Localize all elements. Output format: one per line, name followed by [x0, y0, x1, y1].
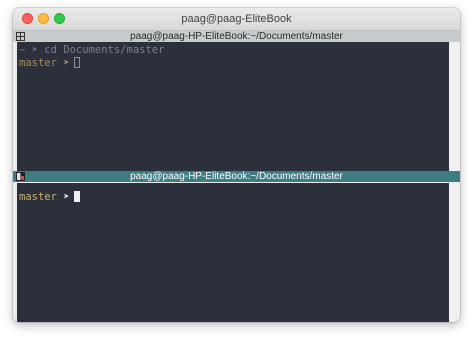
bottom-prompt-line: master ➤ [19, 191, 80, 204]
bottom-pane-title: paag@paag-HP-EliteBook:~/Documents/maste… [130, 171, 343, 182]
history-command: cd Documents/master [44, 44, 165, 56]
prompt-directory: master [19, 191, 57, 203]
prompt-arrow-icon: ➤ [31, 44, 38, 56]
active-cursor [73, 191, 80, 202]
prompt-directory: master [19, 57, 57, 69]
terminal-window: paag@paag-EliteBook paag@paag-HP-EliteBo… [13, 8, 460, 322]
bottom-pane-scrollbar[interactable] [449, 183, 460, 322]
prompt-arrow-icon: ➤ [63, 57, 70, 69]
top-prompt-line: master ➤ [19, 57, 80, 70]
bottom-terminal-pane[interactable]: master ➤ [17, 183, 449, 322]
top-terminal-pane[interactable]: ~ ➤ cd Documents/master master ➤ [17, 42, 449, 171]
split-layout-icon [16, 32, 25, 41]
prompt-arrow-icon: ➤ [63, 191, 70, 203]
bottom-pane-header[interactable]: paag@paag-HP-EliteBook:~/Documents/maste… [13, 171, 460, 182]
close-button[interactable] [22, 13, 33, 24]
minimize-button[interactable] [38, 13, 49, 24]
top-pane-header[interactable]: paag@paag-HP-EliteBook:~/Documents/maste… [13, 31, 460, 42]
window-title: paag@paag-EliteBook [181, 13, 292, 25]
home-tilde: ~ [19, 44, 26, 56]
terminal-app-icon [16, 172, 25, 181]
top-pane-scrollbar[interactable] [449, 42, 460, 171]
maximize-button[interactable] [54, 13, 65, 24]
history-line: ~ ➤ cd Documents/master [19, 44, 164, 57]
inactive-cursor [73, 57, 80, 68]
title-bar[interactable]: paag@paag-EliteBook [13, 8, 460, 31]
top-pane-title: paag@paag-HP-EliteBook:~/Documents/maste… [130, 31, 343, 42]
